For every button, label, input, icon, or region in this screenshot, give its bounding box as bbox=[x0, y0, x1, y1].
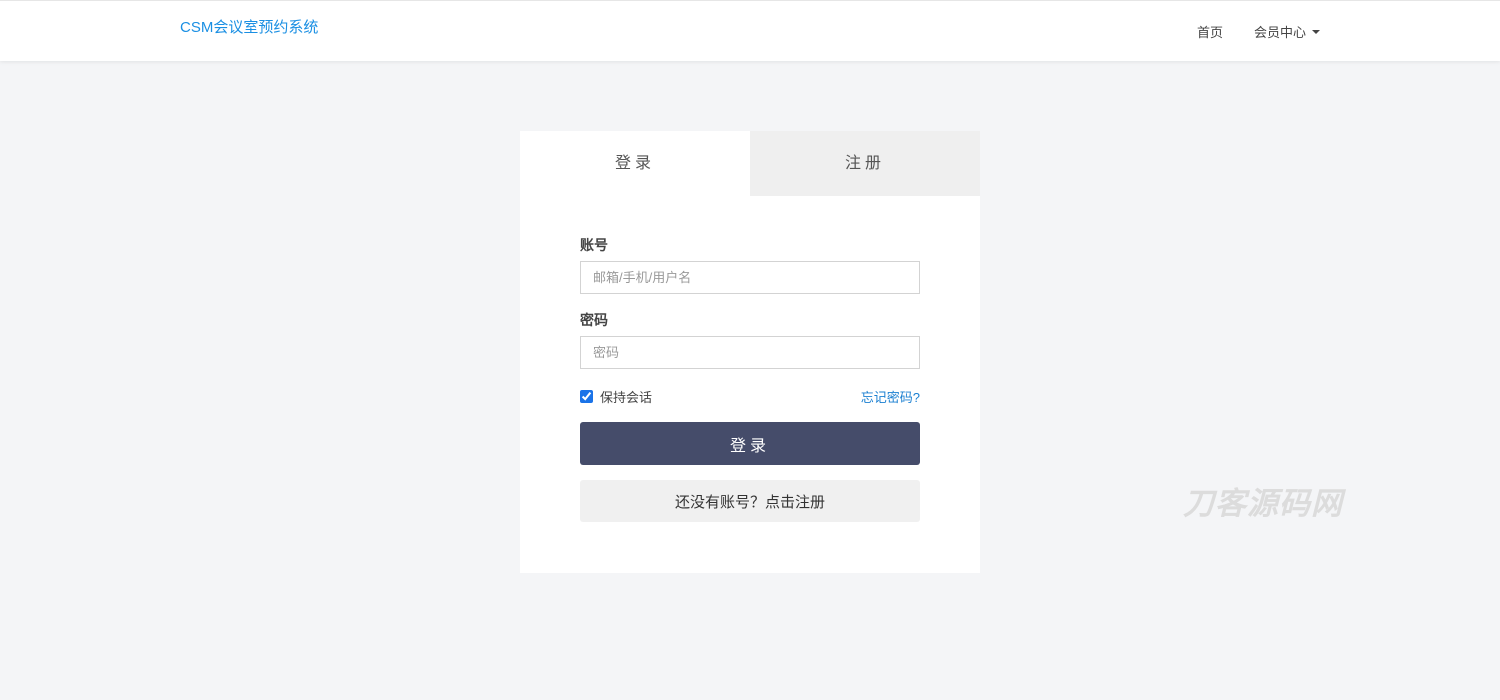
tab-login[interactable]: 登录 bbox=[520, 131, 750, 196]
register-button[interactable]: 还没有账号？点击注册 bbox=[580, 480, 920, 522]
remember-session-label[interactable]: 保持会话 bbox=[600, 387, 652, 406]
forgot-password-link[interactable]: 忘记密码? bbox=[861, 387, 920, 406]
remember-row: 保持会话 忘记密码? bbox=[580, 387, 920, 405]
top-navbar: CSM会议室预约系统 首页 会员中心 bbox=[0, 0, 1500, 61]
login-card: 登录 注册 账号 密码 保持会话 忘记密码? 登录 还没有账号？点击注册 bbox=[520, 131, 980, 573]
nav-member-center-dropdown[interactable]: 会员中心 bbox=[1254, 22, 1320, 41]
account-label: 账号 bbox=[580, 237, 608, 253]
nav-home-link[interactable]: 首页 bbox=[1197, 22, 1223, 41]
password-field-group: 密码 bbox=[580, 311, 920, 369]
auth-tabs: 登录 注册 bbox=[520, 131, 980, 196]
caret-down-icon bbox=[1312, 29, 1320, 34]
password-label: 密码 bbox=[580, 312, 608, 328]
account-field-group: 账号 bbox=[580, 236, 920, 294]
remember-session: 保持会话 bbox=[580, 387, 652, 406]
brand-link[interactable]: CSM会议室预约系统 bbox=[180, 16, 318, 37]
login-button[interactable]: 登录 bbox=[580, 422, 920, 465]
account-input[interactable] bbox=[580, 261, 920, 294]
nav-links: 首页 会员中心 bbox=[1197, 22, 1320, 41]
remember-session-checkbox[interactable] bbox=[580, 389, 593, 403]
watermark-logo: 刀客源码网 bbox=[1183, 486, 1343, 521]
login-form: 账号 密码 保持会话 忘记密码? 登录 还没有账号？点击注册 bbox=[580, 236, 920, 522]
nav-member-center-label: 会员中心 bbox=[1253, 25, 1306, 40]
password-input[interactable] bbox=[580, 336, 920, 369]
tab-register[interactable]: 注册 bbox=[750, 131, 980, 196]
